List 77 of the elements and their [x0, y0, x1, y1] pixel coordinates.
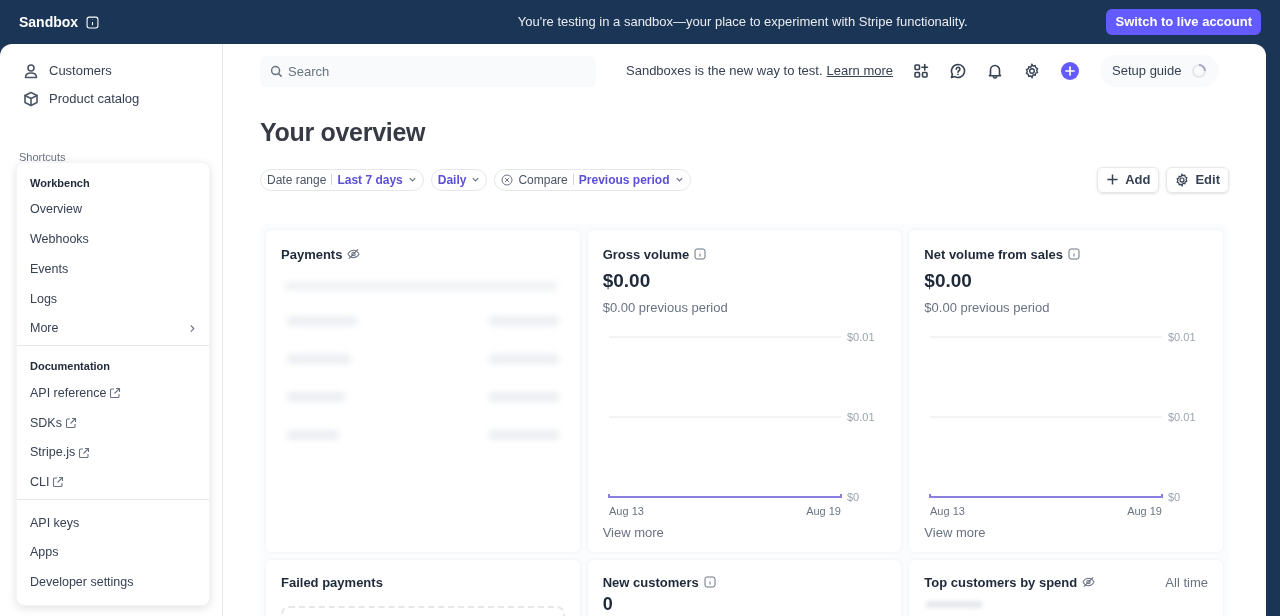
info-icon — [703, 576, 716, 589]
info-icon — [1068, 248, 1081, 261]
axis-label: $0.01 — [846, 331, 875, 343]
period-label: All time — [1165, 573, 1208, 592]
search-field[interactable]: Search — [260, 55, 596, 87]
external-link-icon — [64, 416, 77, 429]
caret-icon — [407, 175, 417, 184]
card-title: Top customers by spend — [924, 573, 1078, 592]
axis-label: $0.01 — [1168, 411, 1196, 423]
metric-value: 0 — [602, 593, 614, 615]
menu-item[interactable]: CLI — [17, 467, 209, 498]
external-link-icon — [52, 476, 65, 489]
menu-item[interactable]: More — [17, 313, 209, 344]
banner-message: You're testing in a sandbox—your place to experiment with Stripe functionality. — [516, 13, 969, 32]
menu-item[interactable]: SDKs — [17, 408, 209, 438]
menu-item[interactable]: Webhooks — [17, 224, 209, 255]
axis-label: $0.01 — [1168, 331, 1196, 343]
sidebar-item[interactable]: Customers — [0, 57, 222, 85]
view-more-link[interactable]: View more — [602, 523, 664, 543]
eye-slash-icon — [1082, 576, 1096, 589]
menu-item[interactable]: Developer settings — [17, 567, 209, 598]
menu-item[interactable]: API reference — [17, 378, 209, 409]
section-label: Shortcuts — [18, 150, 67, 165]
setup-guide-button[interactable]: Setup guide — [1100, 55, 1220, 87]
comparison-text: $0.00 previous period — [602, 298, 729, 317]
card-title: Net volume from sales — [924, 245, 1064, 264]
sidebar-item[interactable]: Product catalog — [0, 85, 222, 113]
axis-label: Aug 19 — [805, 505, 841, 517]
menu-item[interactable]: Events — [17, 254, 209, 285]
plus-icon — [1106, 173, 1120, 186]
axis-label: Aug 13 — [930, 505, 966, 517]
eye-slash-icon — [347, 248, 361, 261]
metric-value: $0.00 — [924, 269, 973, 293]
progress-ring-icon — [1191, 63, 1208, 79]
person-icon — [23, 63, 39, 79]
card-title: Gross volume — [602, 245, 690, 264]
axis-label: Aug 19 — [1127, 505, 1163, 517]
info-icon — [694, 248, 707, 261]
menu-item[interactable]: Logs — [17, 284, 209, 314]
action-button[interactable]: Edit — [1166, 166, 1229, 193]
menu-item[interactable]: Apps — [17, 537, 209, 568]
caret-icon — [471, 175, 481, 184]
live-account-button[interactable]: Switch to live account — [1106, 9, 1261, 35]
menu-item[interactable]: Overview — [17, 195, 209, 225]
menu-heading: Workbench — [29, 175, 91, 191]
card-title: Failed payments — [281, 573, 383, 592]
menu-item[interactable]: API keys — [17, 508, 209, 538]
settings-icon — [1175, 172, 1190, 187]
create-plus-icon — [1061, 62, 1080, 80]
axis-label: $0 — [1168, 491, 1181, 503]
settings-icon — [1024, 63, 1041, 79]
caret-icon — [674, 175, 684, 184]
search-icon — [270, 64, 283, 78]
card-title: Payments — [281, 245, 343, 264]
help-icon — [950, 63, 967, 79]
menu-item[interactable]: Stripe.js — [17, 437, 209, 468]
comparison-text: $0.00 previous period — [924, 298, 1051, 317]
box-icon — [23, 91, 39, 107]
chevron-right-icon — [189, 324, 196, 334]
apps-icon — [913, 63, 930, 79]
notice-text: Sandboxes is the new way to test. — [626, 62, 823, 81]
bell-icon — [987, 63, 1004, 79]
axis-label: $0 — [846, 491, 859, 503]
remove-icon — [501, 173, 514, 186]
axis-label: $0.01 — [846, 411, 875, 423]
external-link-icon — [78, 446, 91, 459]
metric-value: $0.00 — [602, 269, 652, 293]
axis-label: Aug 13 — [608, 505, 644, 517]
external-link-icon — [109, 387, 122, 400]
learn-more-link[interactable]: Learn more — [826, 61, 894, 81]
card-title: New customers — [602, 573, 699, 592]
info-icon — [86, 15, 100, 29]
page-title: Your overview — [260, 117, 427, 148]
view-more-link[interactable]: View more — [924, 523, 986, 543]
sandbox-label: Sandbox — [19, 12, 79, 32]
action-button[interactable]: Add — [1097, 166, 1160, 193]
menu-heading: Documentation — [29, 359, 112, 375]
